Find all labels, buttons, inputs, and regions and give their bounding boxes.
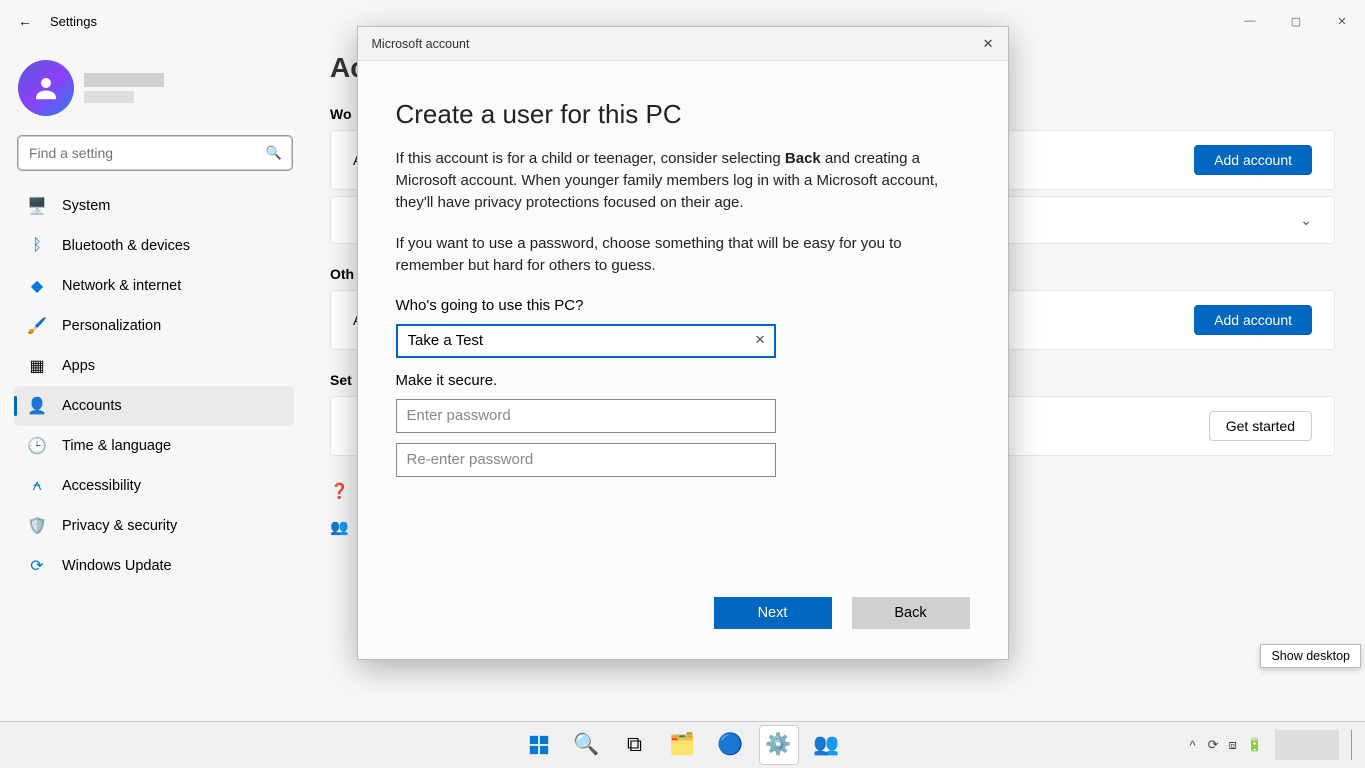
- password-input[interactable]: [396, 399, 776, 433]
- taskbar: 🔍 ⧉ 🗂️ 🔵 ⚙️ 👥 ^ ⟳ ⧈ 🔋: [0, 721, 1365, 768]
- username-input[interactable]: [396, 324, 776, 358]
- password-confirm-input[interactable]: [396, 443, 776, 477]
- settings-app[interactable]: ⚙️: [759, 725, 799, 765]
- show-desktop-tooltip: Show desktop: [1260, 644, 1361, 668]
- username-label: Who's going to use this PC?: [396, 297, 970, 314]
- edge-browser[interactable]: 🔵: [711, 725, 751, 765]
- modal-paragraph-2: If you want to use a password, choose so…: [396, 233, 970, 277]
- password-label: Make it secure.: [396, 372, 970, 389]
- teams-app[interactable]: 👥: [807, 725, 847, 765]
- modal-create-user: Microsoft account ✕ Create a user for th…: [357, 26, 1009, 660]
- back-button-modal[interactable]: Back: [852, 597, 970, 629]
- task-view[interactable]: ⧉: [615, 725, 655, 765]
- sync-icon[interactable]: ⟳: [1208, 737, 1219, 753]
- taskbar-search[interactable]: 🔍: [567, 725, 607, 765]
- taskbar-datetime[interactable]: [1275, 730, 1339, 760]
- windows-icon: [528, 734, 550, 756]
- show-desktop-edge[interactable]: [1351, 730, 1355, 760]
- battery-icon[interactable]: 🔋: [1247, 737, 1263, 753]
- network-icon[interactable]: ⧈: [1229, 737, 1237, 753]
- next-button[interactable]: Next: [714, 597, 832, 629]
- tray-chevron-icon[interactable]: ^: [1190, 738, 1196, 753]
- modal-overlay: Microsoft account ✕ Create a user for th…: [0, 0, 1365, 720]
- clear-input-icon[interactable]: ✕: [755, 332, 766, 348]
- close-icon[interactable]: ✕: [983, 36, 994, 52]
- modal-heading: Create a user for this PC: [396, 99, 970, 130]
- modal-paragraph-1: If this account is for a child or teenag…: [396, 148, 970, 213]
- file-explorer[interactable]: 🗂️: [663, 725, 703, 765]
- start-button[interactable]: [519, 725, 559, 765]
- modal-window-title: Microsoft account: [372, 37, 470, 51]
